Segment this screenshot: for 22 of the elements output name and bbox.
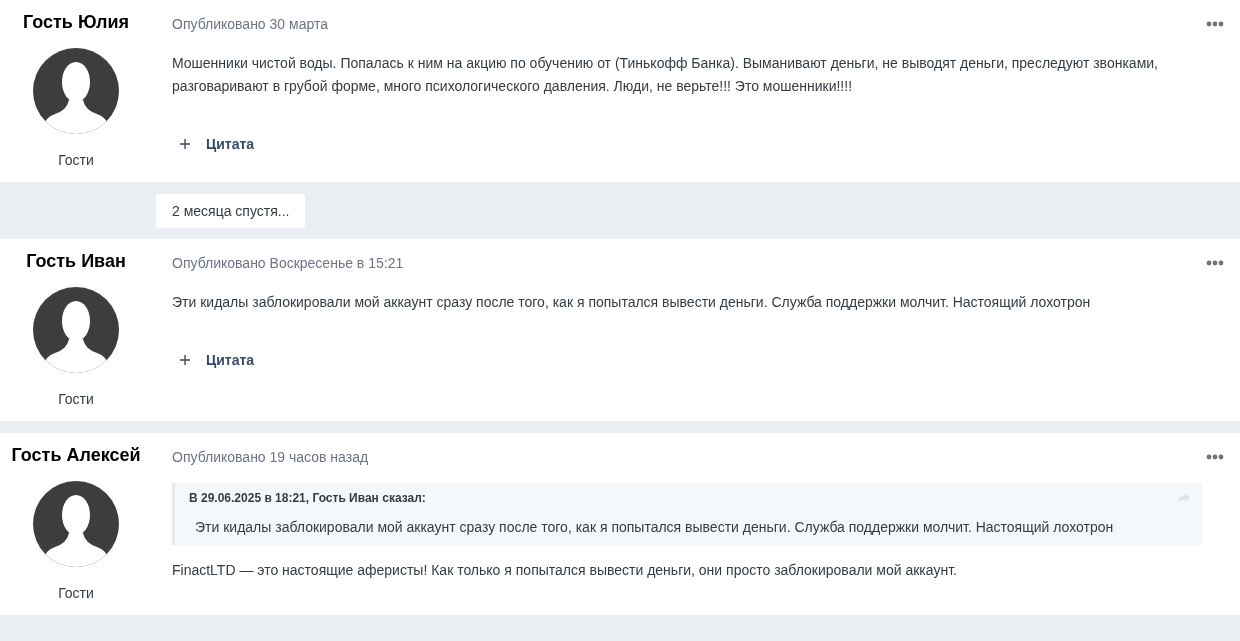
post-text: FinactLTD — это настоящие аферисты! Как только я попытался вывести деньги, они просто заблокировали мой аккаунт. bbox=[172, 561, 957, 580]
quote-text: Эти кидалы заблокировали мой аккаунт сразу после того, как я попытался вывести деньги. Служба поддержки молчит. Настоящий лохотрон bbox=[195, 519, 1115, 535]
user-group: Гости bbox=[58, 152, 94, 168]
post-text: Эти кидалы заблокировали мой аккаунт сразу после того, как я попытался вывести деньги. Служба поддержки молчит. Настоящий лохотрон bbox=[172, 293, 1091, 312]
more-icon[interactable] bbox=[1206, 454, 1224, 460]
author-name[interactable]: Гость Иван bbox=[26, 251, 126, 272]
user-group: Гости bbox=[58, 391, 94, 407]
quote-button[interactable]: Цитата bbox=[172, 136, 255, 152]
more-icon[interactable] bbox=[1206, 21, 1224, 27]
author-name[interactable]: Гость Алексей bbox=[11, 445, 141, 466]
quote-button[interactable]: Цитата bbox=[172, 352, 255, 368]
user-group: Гости bbox=[58, 585, 94, 601]
author-name[interactable]: Гость Юлия bbox=[22, 12, 130, 33]
post-date: Опубликовано Воскресенье в 15:21 bbox=[172, 255, 404, 271]
post-date: Опубликовано 19 часов назад bbox=[172, 449, 369, 465]
post-date: Опубликовано 30 марта bbox=[172, 16, 328, 32]
plus-icon bbox=[180, 355, 190, 365]
plus-icon bbox=[180, 139, 190, 149]
more-icon[interactable] bbox=[1206, 260, 1224, 266]
quote-citation: В 29.06.2025 в 18:21, Гость Иван сказал: bbox=[189, 491, 426, 505]
time-gap-label: 2 месяца спустя... bbox=[156, 193, 306, 228]
post-text: Мошенники чистой воды. Попалась к ним на акцию по обучению от (Тинькофф Банка). Выманивают деньги, не выводят деньги, преследуют звонками, разговаривают в грубой форме, много психологического давления. Люди, не верьте!!! Это мошенники!!!! bbox=[172, 54, 1159, 96]
